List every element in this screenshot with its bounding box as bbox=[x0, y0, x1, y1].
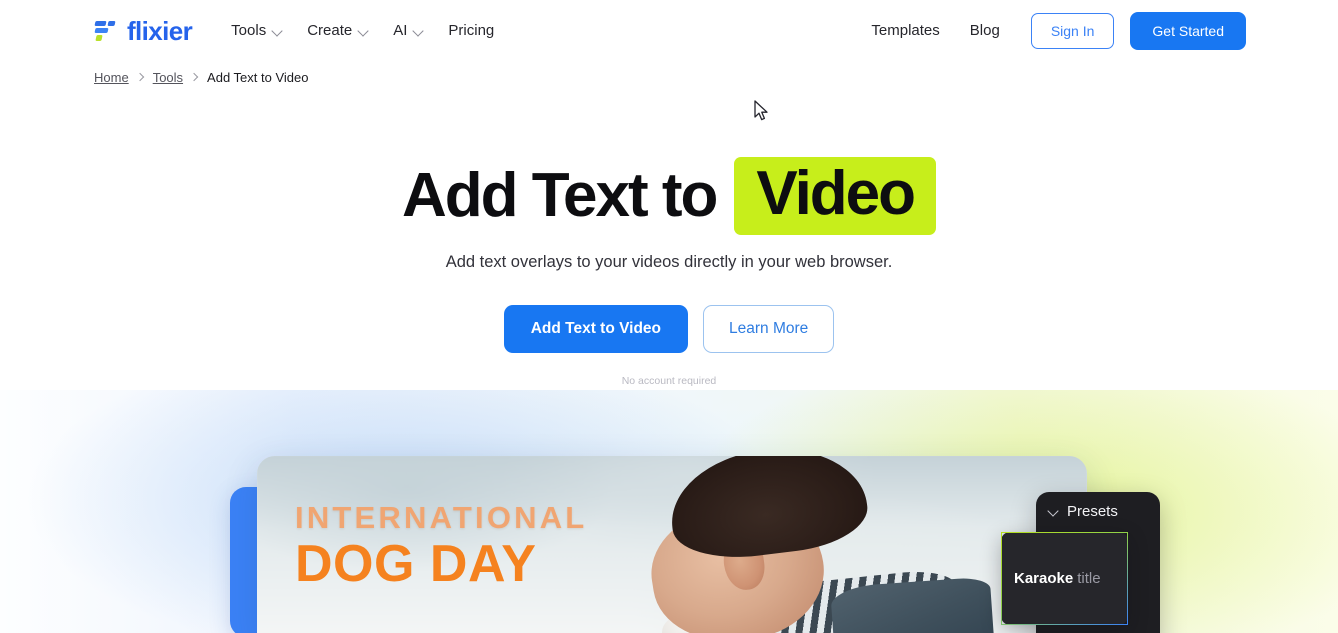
learn-more-button[interactable]: Learn More bbox=[703, 305, 835, 353]
video-overlay-line-2: DOG DAY bbox=[295, 535, 537, 593]
nav-item-templates[interactable]: Templates bbox=[858, 14, 952, 47]
chevron-right-icon bbox=[137, 74, 145, 82]
header-actions: Templates Blog Sign In Get Started bbox=[858, 11, 1246, 50]
nav-item-blog[interactable]: Blog bbox=[957, 14, 1013, 47]
presets-panel-header[interactable]: Presets bbox=[1036, 492, 1160, 520]
chevron-down-icon[interactable] bbox=[1048, 506, 1060, 518]
primary-nav: Tools Create AI Pricing bbox=[220, 14, 505, 47]
preset-card-name: Karaoke bbox=[1014, 570, 1074, 587]
nav-item-pricing-label: Pricing bbox=[448, 22, 495, 39]
nav-item-ai[interactable]: AI bbox=[382, 14, 435, 47]
breadcrumb-item-tools[interactable]: Tools bbox=[153, 70, 183, 85]
product-showcase: INTERNATIONAL DOG DAY Presets Karaoke tit… bbox=[0, 452, 1338, 633]
chevron-right-icon bbox=[191, 74, 199, 82]
video-overlay-line-1: INTERNATIONAL bbox=[295, 500, 588, 535]
nav-item-tools-label: Tools bbox=[231, 22, 267, 39]
preset-card-karaoke[interactable]: Karaoke title bbox=[1001, 532, 1128, 625]
nav-item-templates-label: Templates bbox=[871, 22, 940, 39]
person-hair bbox=[664, 456, 872, 566]
breadcrumb-item-current: Add Text to Video bbox=[207, 70, 309, 85]
presets-panel[interactable]: Presets Karaoke title bbox=[1001, 492, 1160, 633]
nav-item-pricing[interactable]: Pricing bbox=[437, 14, 505, 47]
nav-item-ai-label: AI bbox=[393, 22, 408, 39]
page-title: Add Text to Video bbox=[0, 157, 1338, 235]
page-title-highlight: Video bbox=[734, 157, 937, 235]
nav-item-create[interactable]: Create bbox=[296, 14, 380, 47]
site-header: flixier Tools Create AI Pricing Template… bbox=[0, 0, 1338, 61]
logo-link[interactable]: flixier bbox=[92, 15, 193, 46]
no-account-note: No account required bbox=[621, 375, 717, 387]
flixier-logo-icon bbox=[92, 17, 120, 45]
page-title-plain: Add Text to bbox=[401, 160, 718, 230]
video-text-overlay: INTERNATIONAL DOG DAY bbox=[295, 502, 587, 590]
nav-item-tools[interactable]: Tools bbox=[220, 14, 294, 47]
breadcrumb-item-home[interactable]: Home bbox=[94, 70, 129, 85]
get-started-button[interactable]: Get Started bbox=[1130, 11, 1246, 50]
breadcrumb: Home Tools Add Text to Video bbox=[0, 61, 1338, 85]
sign-in-button[interactable]: Sign In bbox=[1030, 12, 1115, 49]
preset-card-text: Karaoke title bbox=[1014, 570, 1101, 587]
chevron-down-icon bbox=[413, 26, 424, 37]
presets-panel-label: Presets bbox=[1067, 503, 1118, 520]
chevron-down-icon bbox=[358, 26, 369, 37]
chevron-down-icon bbox=[272, 26, 283, 37]
hero-subtitle: Add text overlays to your videos directl… bbox=[445, 253, 893, 271]
preset-card-suffix: title bbox=[1077, 570, 1101, 587]
nav-item-blog-label: Blog bbox=[969, 22, 1000, 39]
add-text-to-video-button[interactable]: Add Text to Video bbox=[503, 305, 689, 353]
hero-section: Add Text to Video Add text overlays to yo… bbox=[0, 85, 1338, 387]
logo-wordmark: flixier bbox=[127, 15, 193, 46]
hero-cta-row: Add Text to Video Learn More bbox=[0, 305, 1338, 353]
nav-item-create-label: Create bbox=[307, 22, 353, 39]
video-subject-person bbox=[642, 456, 994, 633]
video-preview-card[interactable]: INTERNATIONAL DOG DAY bbox=[257, 456, 1087, 633]
